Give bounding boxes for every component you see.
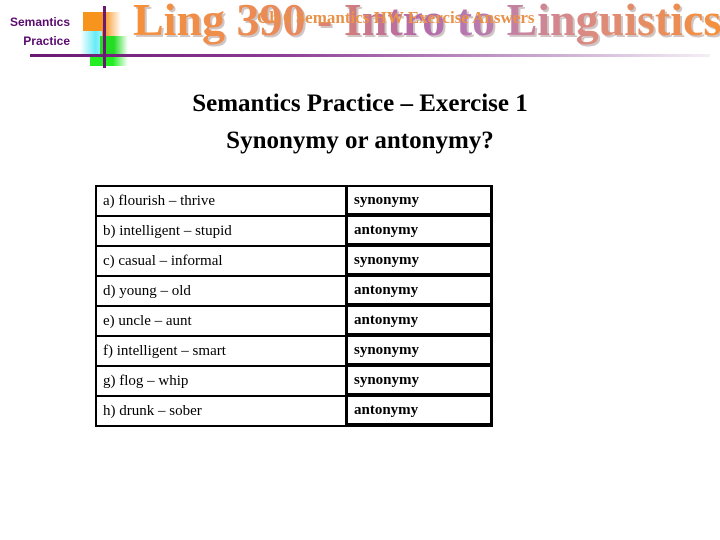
table-row: e) uncle – aunt antonymy (95, 307, 493, 337)
answer-cell: synonymy (348, 337, 493, 367)
exercise-question: Synonymy or antonymy? (226, 127, 494, 154)
table-row: a) flourish – thrive synonymy (95, 185, 493, 217)
answer-cell: antonymy (348, 277, 493, 307)
table-row: f) intelligent – smart synonymy (95, 337, 493, 367)
table-row: h) drunk – sober antonymy (95, 397, 493, 427)
answers-table: a) flourish – thrive synonymy b) intellige… (95, 185, 493, 427)
side-label-line1: Semantics (9, 15, 70, 29)
answer-cell: antonymy (348, 217, 493, 247)
answer-cell: synonymy (348, 185, 493, 217)
table-row: b) intelligent – stupid antonymy (95, 217, 493, 247)
word-pair-cell: h) drunk – sober (95, 397, 348, 427)
exercise-heading: Semantics Practice – Exercise 1 Synonymy… (0, 85, 720, 159)
table-row: c) casual – informal synonymy (95, 247, 493, 277)
word-pair-cell: g) flog – whip (95, 367, 348, 397)
word-pair-cell: f) intelligent – smart (95, 337, 348, 367)
table-row: d) young – old antonymy (95, 277, 493, 307)
cyan-square-decoration (80, 31, 102, 56)
chapter-subtitle: Ch 6 Semantics HW Exercise Answers (257, 8, 535, 27)
answer-cell: synonymy (348, 367, 493, 397)
answer-cell: synonymy (348, 247, 493, 277)
answer-cell: antonymy (348, 397, 493, 427)
vertical-rule (103, 6, 106, 68)
word-pair-cell: e) uncle – aunt (95, 307, 348, 337)
word-pair-cell: c) casual – informal (95, 247, 348, 277)
exercise-title: Semantics Practice – Exercise 1 (192, 90, 528, 117)
table-row: g) flog – whip synonymy (95, 367, 493, 397)
word-pair-cell: b) intelligent – stupid (95, 217, 348, 247)
green-bar-decoration (90, 57, 128, 66)
horizontal-rule (30, 54, 710, 57)
answer-cell: antonymy (348, 307, 493, 337)
side-label-line2: Practice (23, 34, 70, 48)
word-pair-cell: d) young – old (95, 277, 348, 307)
word-pair-cell: a) flourish – thrive (95, 185, 348, 217)
